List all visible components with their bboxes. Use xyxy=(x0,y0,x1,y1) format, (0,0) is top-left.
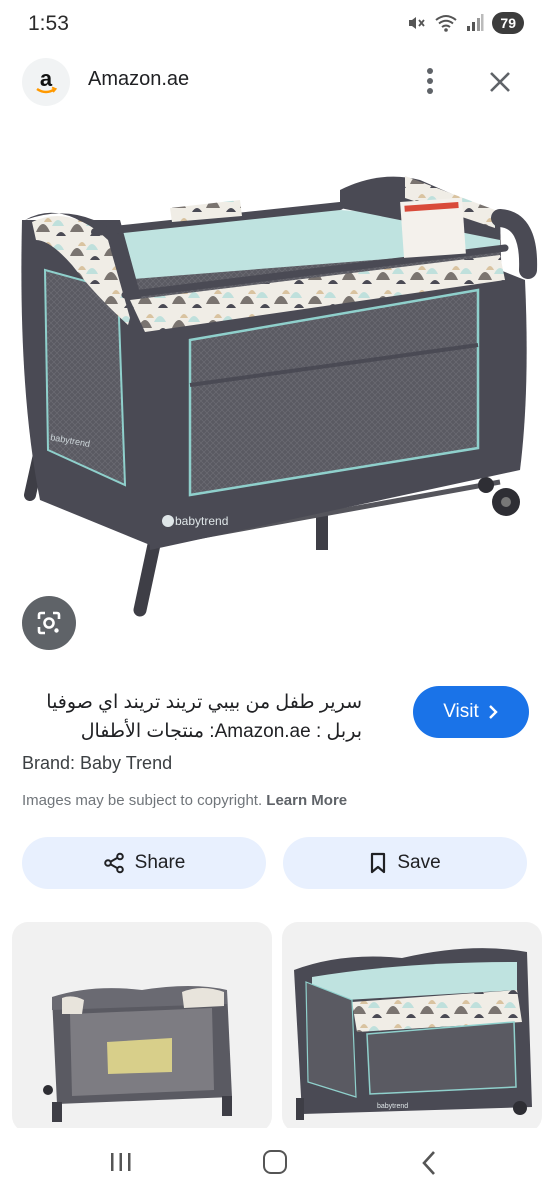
crib-front-brand: babytrend xyxy=(175,514,228,528)
svg-text:a: a xyxy=(40,67,53,91)
back-icon[interactable] xyxy=(420,1150,438,1176)
status-bar: 1:53 79 xyxy=(0,0,552,52)
learn-more-link[interactable]: Learn More xyxy=(266,792,347,809)
save-button[interactable]: Save xyxy=(283,837,527,889)
save-label: Save xyxy=(397,852,441,873)
related-crib-1 xyxy=(43,986,232,1122)
close-button[interactable] xyxy=(484,66,516,98)
share-label: Share xyxy=(134,852,186,873)
crib-illustration: babytrend babytrend xyxy=(21,176,538,617)
result-title[interactable]: سرير طفل من بيبي تريند تريند اي صوفيا بر… xyxy=(22,688,362,746)
share-icon xyxy=(103,852,124,874)
battery-indicator: 79 xyxy=(492,12,524,34)
chevron-right-icon xyxy=(488,705,498,719)
page-header: a Amazon.ae xyxy=(0,52,552,110)
related-image-1[interactable] xyxy=(12,922,272,1132)
mute-icon xyxy=(409,17,426,29)
bookmark-icon xyxy=(371,852,386,874)
related-image-2[interactable]: babytrend xyxy=(282,922,542,1132)
lens-icon xyxy=(37,611,61,635)
result-title-line-1: سرير طفل من بيبي تريند تريند اي صوفيا xyxy=(46,692,362,713)
home-icon[interactable] xyxy=(263,1150,287,1174)
brand-text: Brand: Baby Trend xyxy=(22,753,173,773)
result-title-line-2: بربل : Amazon.ae: منتجات الأطفال xyxy=(80,721,362,742)
system-nav-bar xyxy=(0,1128,552,1196)
visit-button[interactable]: Visit xyxy=(413,686,529,738)
status-icons: 79 xyxy=(406,12,524,34)
lens-button[interactable] xyxy=(22,596,76,650)
visit-label: Visit xyxy=(443,701,479,722)
site-logo[interactable]: a xyxy=(22,58,70,106)
share-button[interactable]: Share xyxy=(22,837,266,889)
close-icon xyxy=(490,72,510,92)
site-title: Amazon.ae xyxy=(88,68,190,90)
copyright-notice: Images may be subject to copyright. Lear… xyxy=(22,792,347,809)
related-crib-2-brand: babytrend xyxy=(377,1103,408,1110)
recents-icon[interactable] xyxy=(108,1152,134,1172)
amazon-logo-icon: a xyxy=(36,67,58,94)
more-vert-icon xyxy=(427,68,433,94)
signal-icon xyxy=(467,14,484,31)
wifi-icon xyxy=(435,15,458,32)
copyright-text: Images may be subject to copyright. xyxy=(22,792,263,809)
more-options-button[interactable] xyxy=(418,64,442,98)
related-crib-2: babytrend xyxy=(294,948,532,1120)
product-image[interactable]: babytrend babytrend xyxy=(0,140,552,630)
status-time: 1:53 xyxy=(28,12,69,35)
